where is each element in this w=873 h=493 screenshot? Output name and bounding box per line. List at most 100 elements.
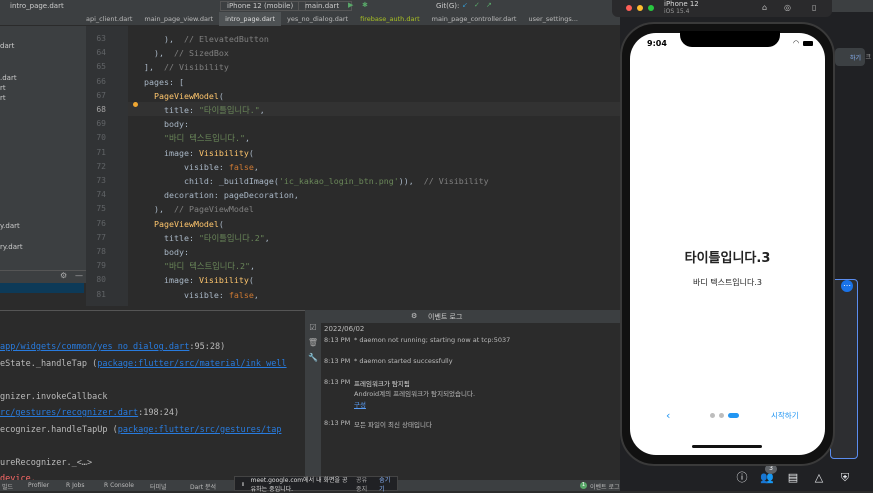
event-log: 2022/06/02 8:13 PM * daemon not running;… (322, 323, 620, 480)
line-number: 67 (96, 90, 106, 100)
source-link[interactable]: rc/gestures/recognizer.dart (0, 408, 138, 418)
tab-intro-page[interactable]: intro_page.dart (219, 11, 282, 26)
start-button[interactable]: 시작하기 (771, 410, 799, 421)
activities-icon[interactable]: △ (812, 471, 826, 485)
minimize-button[interactable] (637, 5, 643, 11)
source-link[interactable]: app/widgets/common/yes_no_dialog.dart (0, 342, 189, 352)
more-options-icon[interactable]: ⋯ (841, 280, 853, 292)
line-number: 69 (96, 119, 106, 129)
chat-icon[interactable]: ▤ (786, 471, 800, 485)
event-time: 8:13 PM (324, 357, 351, 365)
line-number: 63 (96, 34, 106, 43)
page-indicator (710, 413, 739, 418)
run-console[interactable]: app/widgets/common/yes_no_dialog.dart:95… (0, 310, 305, 484)
code-editor[interactable]: ), // ElevatedButton ), // SizedBox ], /… (128, 26, 620, 306)
tab-yes-no-dialog[interactable]: yes_no_dialog.dart (281, 12, 354, 26)
minimize-icon[interactable]: — (75, 271, 83, 280)
code-line: ), // ElevatedButton (134, 34, 269, 44)
git-push-icon[interactable]: ↗ (486, 1, 492, 9)
selected-row[interactable] (0, 283, 84, 293)
code-line: child: _buildImage('ic_kakao_login_btn.p… (134, 176, 489, 186)
line-number: 72 (96, 161, 106, 171)
gear-icon[interactable]: ⚙ (60, 271, 67, 280)
configure-link[interactable]: 구성 (354, 399, 366, 409)
info-icon[interactable]: ⓘ (735, 471, 749, 485)
tab-firebase-auth[interactable]: firebase_auth.dart (354, 12, 426, 26)
meet-side-button[interactable]: 하기 (835, 48, 865, 66)
lightbulb-icon[interactable] (133, 102, 138, 107)
code-line: PageViewModel( (153, 218, 224, 229)
project-file[interactable]: rt (0, 84, 6, 92)
line-number: 73 (96, 176, 106, 185)
trash-icon[interactable]: 🗑 (305, 338, 321, 347)
project-file[interactable]: rt (0, 94, 6, 102)
line-number: 71 (96, 147, 106, 157)
page-dot[interactable] (728, 413, 739, 418)
tool-terminal[interactable]: 터미널 (150, 482, 167, 491)
page-dot[interactable] (710, 413, 715, 418)
source-link[interactable]: package:flutter/src/gestures/tap (118, 425, 282, 435)
source-link[interactable]: package:flutter/src/material/ink_well (97, 359, 286, 369)
tool-event-log[interactable]: 이벤트 로그 (590, 482, 620, 491)
console-line: ecognizer.handleTapUp (package:flutter/s… (0, 422, 281, 439)
phone-screen: 9:04 ◠ 타이틀입니다.3 바디 텍스트입니다.3 ‹ 시작하기 (630, 33, 825, 455)
home-icon[interactable]: ⌂ (762, 3, 767, 12)
gear-icon[interactable]: ⚙ (411, 312, 417, 320)
console-line: app/widgets/common/yes_no_dialog.dart:95… (0, 339, 225, 356)
mark-read-icon[interactable]: ☑ (305, 323, 321, 332)
shield-icon[interactable]: ⛨ (838, 471, 852, 485)
back-button[interactable]: ‹ (666, 409, 670, 422)
console-text: ureRecognizer._<…> (0, 457, 93, 468)
code-line: "바디 텍스트입니다.", (163, 133, 251, 144)
code-line: visible: false, (134, 289, 259, 300)
run-config-selector[interactable]: main.dart (298, 1, 353, 11)
editor-tabs: api_client.dart main_page_view.dart intr… (0, 11, 620, 26)
hide-button[interactable]: 숨기기 (379, 475, 391, 493)
rotate-icon[interactable]: ▯ (812, 3, 816, 12)
tool-build[interactable]: 빌드 (2, 482, 13, 491)
run-icon[interactable]: ▶ (348, 1, 353, 9)
event-time: 8:13 PM (324, 419, 351, 427)
simulator-device: iPhone 12 (664, 0, 699, 8)
console-text: :198:24) (138, 408, 180, 418)
device-selector[interactable]: iPhone 12 (mobile) (220, 1, 307, 11)
tab-api-client[interactable]: api_client.dart (80, 12, 138, 26)
stop-share-button[interactable]: 공유 중지 (356, 475, 373, 493)
line-number: 64 (96, 48, 106, 58)
git-update-icon[interactable]: ↙ (462, 1, 468, 9)
event-count-badge: 1 (580, 482, 587, 489)
code-line: title: "타이틀입니다.", (134, 105, 265, 115)
tab-main-page-view[interactable]: main_page_view.dart (138, 12, 219, 26)
project-file[interactable]: y.dart (0, 222, 20, 230)
simulator-titlebar: iPhone 12 iOS 15.4 ⌂ ◎ ▯ (612, 0, 832, 17)
clock: 9:04 (647, 39, 667, 48)
console-line: ureRecognizer._<…> (0, 455, 92, 472)
project-file[interactable]: .dart (0, 74, 17, 82)
project-file[interactable]: ry.dart (0, 243, 23, 251)
code-line: decoration: pageDecoration, (134, 190, 299, 201)
code-line: pages: [ (134, 76, 184, 87)
line-number: 66 (96, 76, 106, 86)
tool-rconsole[interactable]: R Console (104, 482, 134, 489)
tab-main-page-controller[interactable]: main_page_controller.dart (426, 12, 523, 26)
tool-rjobs[interactable]: R Jobs (66, 482, 84, 489)
git-commit-icon[interactable]: ✓ (474, 1, 480, 9)
share-text: meet.google.com에서 내 화면을 공유하는 중입니다. (250, 476, 348, 493)
tool-dart-analysis[interactable]: Dart 분석 (190, 482, 216, 491)
phone-notch (680, 31, 780, 47)
zoom-button[interactable] (648, 5, 654, 11)
tab-user-settings[interactable]: user_settings... (522, 12, 584, 26)
console-line: gnizer.invokeCallback (0, 389, 107, 406)
panel-toolbar: ⚙ — (0, 270, 86, 283)
console-line: eState._handleTap (package:flutter/src/m… (0, 356, 287, 373)
project-panel: dart .dart rt rt y.dart ry.dart (0, 26, 86, 270)
wrench-icon[interactable]: 🔧 (305, 353, 321, 362)
project-file[interactable]: dart (0, 42, 14, 50)
page-dot[interactable] (719, 413, 724, 418)
debug-icon[interactable]: ✱ (362, 1, 368, 9)
screenshot-icon[interactable]: ◎ (784, 3, 791, 12)
line-number: 74 (96, 190, 106, 200)
code-line: "바디 텍스트입니다.2", (163, 261, 256, 272)
tool-profiler[interactable]: Profiler (28, 482, 49, 489)
close-button[interactable] (626, 5, 632, 11)
